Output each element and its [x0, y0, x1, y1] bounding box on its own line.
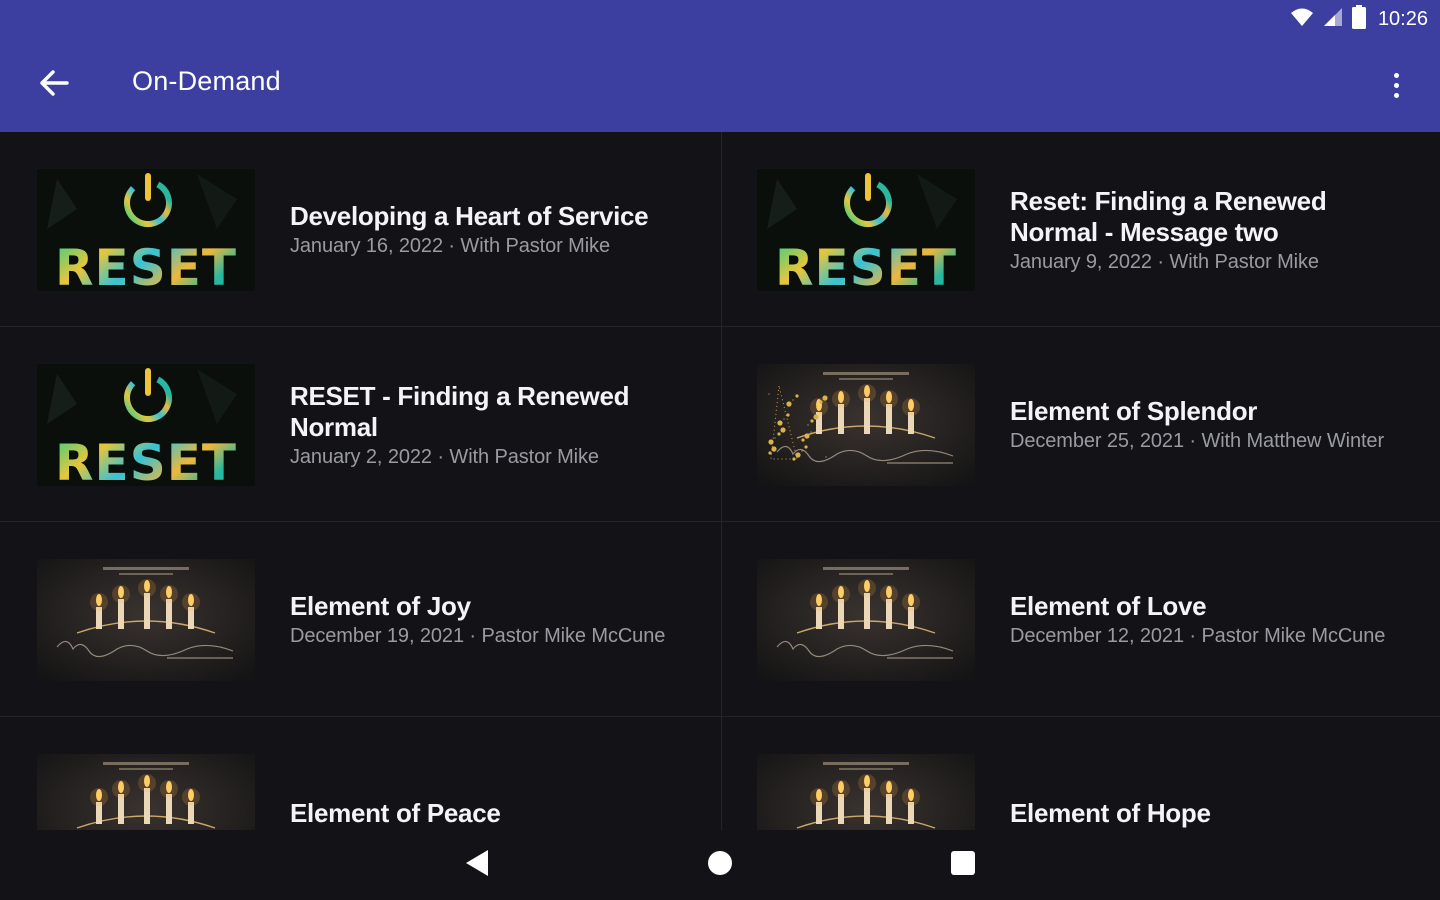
- nav-recents-square-icon: [950, 850, 976, 881]
- on-demand-list[interactable]: RESET Developing a Heart of Service Janua…: [0, 132, 1440, 830]
- list-row: Element of Peace Element of Hope: [0, 717, 1440, 830]
- back-button[interactable]: [22, 58, 86, 112]
- item-text: Element of Hope: [1010, 717, 1420, 830]
- item-text: Element of Joy December 19, 2021 · Pastor…: [290, 522, 700, 717]
- item-title: Element of Peace: [290, 797, 501, 828]
- item-text: RESET - Finding a Renewed Normal January …: [290, 327, 700, 522]
- item-text: Element of Peace: [290, 717, 700, 830]
- item-text: Element of Splendor December 25, 2021 · W…: [1010, 327, 1420, 522]
- status-bar: 10:26: [0, 0, 1440, 38]
- sermon-list-item[interactable]: Element of Splendor December 25, 2021 · W…: [721, 327, 1440, 522]
- item-meta: December 25, 2021 · With Matthew Winter: [1010, 430, 1385, 452]
- christmas-candles-thumbnail[interactable]: [37, 559, 255, 681]
- column-divider: [721, 132, 722, 830]
- item-text: Developing a Heart of Service January 16,…: [290, 132, 700, 327]
- nav-home-button[interactable]: [690, 835, 750, 895]
- item-text: Reset: Finding a Renewed Normal - Messag…: [1010, 132, 1420, 327]
- list-row: RESET RESET - Finding a Renewed Normal Ja…: [0, 327, 1440, 522]
- nav-home-circle-icon: [707, 850, 733, 881]
- more-vert-icon-dot: [1393, 82, 1399, 88]
- nav-back-triangle-icon: [464, 849, 490, 882]
- item-title: RESET - Finding a Renewed Normal: [290, 380, 630, 442]
- more-vert-icon-dot: [1393, 92, 1399, 98]
- svg-text:RESET: RESET: [55, 239, 237, 291]
- sermon-list-item[interactable]: Element of Joy December 19, 2021 · Pastor…: [0, 522, 720, 717]
- status-time: 10:26: [1377, 7, 1428, 30]
- item-title: Element of Splendor: [1010, 396, 1258, 426]
- wifi-icon: [1290, 7, 1314, 32]
- battery-icon: [1351, 4, 1366, 34]
- list-row: RESET Developing a Heart of Service Janua…: [0, 132, 1440, 327]
- item-meta: January 9, 2022 · With Pastor Mike: [1010, 250, 1319, 273]
- svg-text:RESET: RESET: [775, 239, 957, 291]
- christmas-candles-thumbnail[interactable]: [757, 559, 975, 681]
- item-title: Element of Joy: [290, 591, 471, 621]
- sermon-list-item[interactable]: RESET RESET - Finding a Renewed Normal Ja…: [0, 327, 720, 522]
- reset-series-thumbnail[interactable]: RESET: [37, 169, 255, 291]
- item-title: Element of Love: [1010, 591, 1207, 621]
- sermon-list-item[interactable]: RESET Developing a Heart of Service Janua…: [0, 132, 720, 327]
- item-title: Element of Hope: [1010, 797, 1211, 828]
- arrow-back-icon: [39, 69, 69, 101]
- nav-back-button[interactable]: [447, 835, 507, 895]
- sermon-list-item[interactable]: Element of Peace: [0, 717, 720, 830]
- sermon-list-item[interactable]: RESET Reset: Finding a Renewed Normal - …: [721, 132, 1440, 327]
- app-bar: On-Demand: [0, 38, 1440, 132]
- sermon-list-item[interactable]: Element of Love December 12, 2021 · Pasto…: [721, 522, 1440, 717]
- item-meta: January 16, 2022 · With Pastor Mike: [290, 235, 610, 257]
- sermon-list-item[interactable]: Element of Hope: [721, 717, 1440, 830]
- christmas-candles-thumbnail[interactable]: [757, 364, 975, 486]
- more-options-button[interactable]: [1374, 60, 1418, 110]
- nav-recents-button[interactable]: [933, 835, 993, 895]
- item-text: Element of Love December 12, 2021 · Pasto…: [1010, 522, 1420, 717]
- reset-series-thumbnail[interactable]: RESET: [37, 364, 255, 486]
- christmas-candles-thumbnail[interactable]: [37, 754, 255, 830]
- svg-text:RESET: RESET: [55, 434, 237, 486]
- more-vert-icon-dot: [1393, 72, 1399, 78]
- page-title: On-Demand: [132, 66, 281, 96]
- cell-signal-icon: [1322, 7, 1344, 32]
- item-title: Developing a Heart of Service: [290, 201, 649, 231]
- reset-series-thumbnail[interactable]: RESET: [757, 169, 975, 291]
- christmas-candles-thumbnail[interactable]: [757, 754, 975, 830]
- item-title: Reset: Finding a Renewed Normal - Messag…: [1010, 185, 1327, 247]
- item-meta: December 19, 2021 · Pastor Mike McCune: [290, 625, 666, 647]
- list-row: Element of Joy December 19, 2021 · Pastor…: [0, 522, 1440, 717]
- status-icons: 10:26: [1290, 4, 1428, 34]
- item-meta: December 12, 2021 · Pastor Mike McCune: [1010, 625, 1386, 647]
- system-nav-bar: [0, 830, 1440, 900]
- item-meta: January 2, 2022 · With Pastor Mike: [290, 445, 599, 468]
